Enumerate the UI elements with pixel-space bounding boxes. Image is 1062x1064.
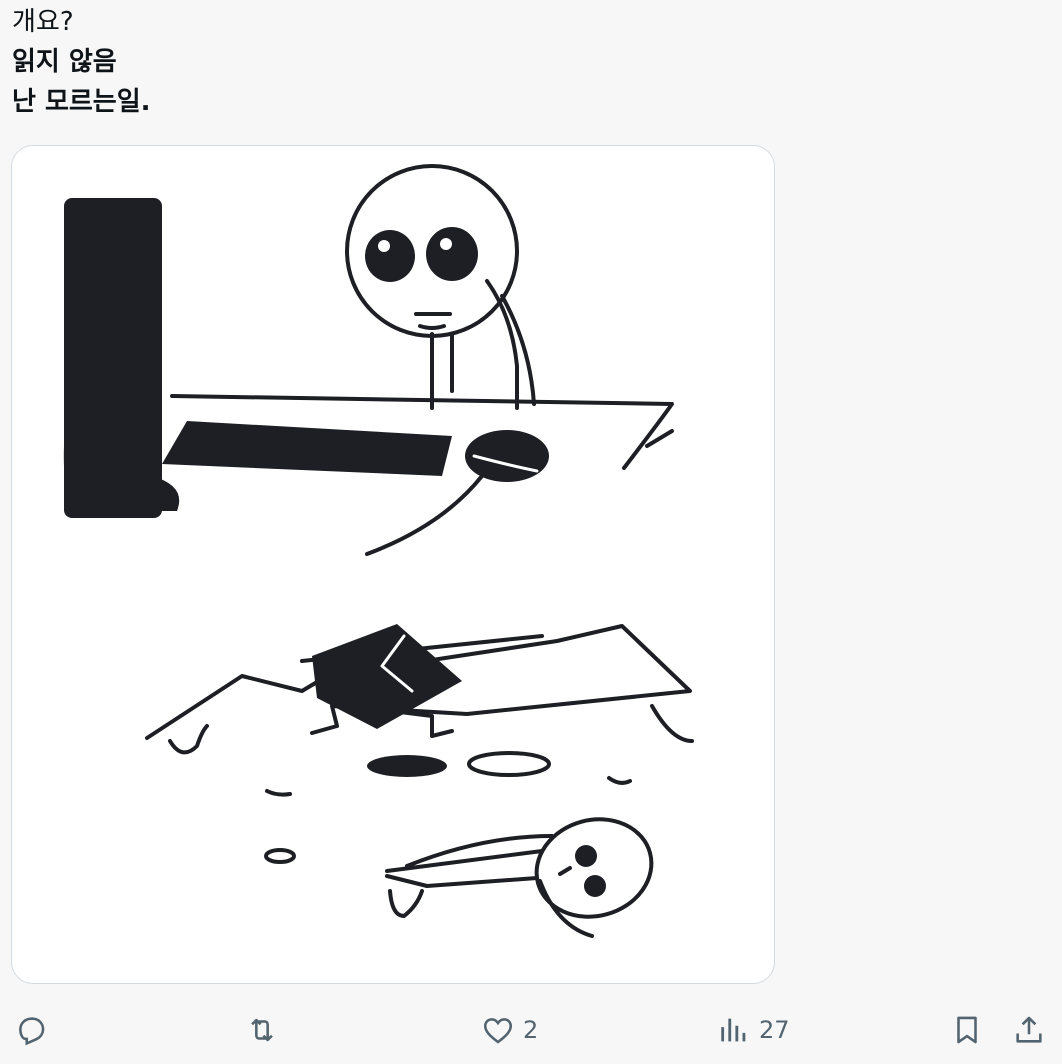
broken-desk-drawing [145, 624, 694, 864]
tweet-line-3: 난 모르는일. [12, 87, 151, 117]
mouse-cable [365, 474, 484, 556]
tweet-line-2: 읽지 않음 [12, 47, 117, 77]
share-button[interactable] [1012, 1004, 1046, 1056]
like-button[interactable]: 2 [481, 1004, 538, 1056]
bookmark-icon [957, 1016, 977, 1044]
like-count: 2 [523, 1016, 539, 1044]
character-lying [385, 817, 654, 938]
retweet-button[interactable] [245, 1004, 279, 1056]
tweet-text: 개요? 읽지 않음 난 모르는일. [12, 2, 151, 122]
reply-button[interactable] [14, 1004, 56, 1056]
heart-icon [483, 1018, 513, 1044]
share-icon [1016, 1016, 1042, 1043]
views-icon [721, 1018, 746, 1042]
keyboard-drawing [162, 421, 452, 476]
monitor-drawing [63, 198, 180, 518]
comic-drawing [63, 164, 694, 938]
views-count: 27 [759, 1016, 790, 1044]
reply-icon [19, 1017, 45, 1046]
views-button[interactable]: 27 [717, 1004, 790, 1056]
character-standing [345, 164, 536, 410]
bookmark-button[interactable] [950, 1004, 984, 1056]
retweet-icon [251, 1018, 273, 1042]
tweet-line-1: 개요? [12, 7, 74, 37]
media-image[interactable] [11, 145, 775, 984]
tweet-action-bar: 2 27 [0, 1004, 1062, 1056]
